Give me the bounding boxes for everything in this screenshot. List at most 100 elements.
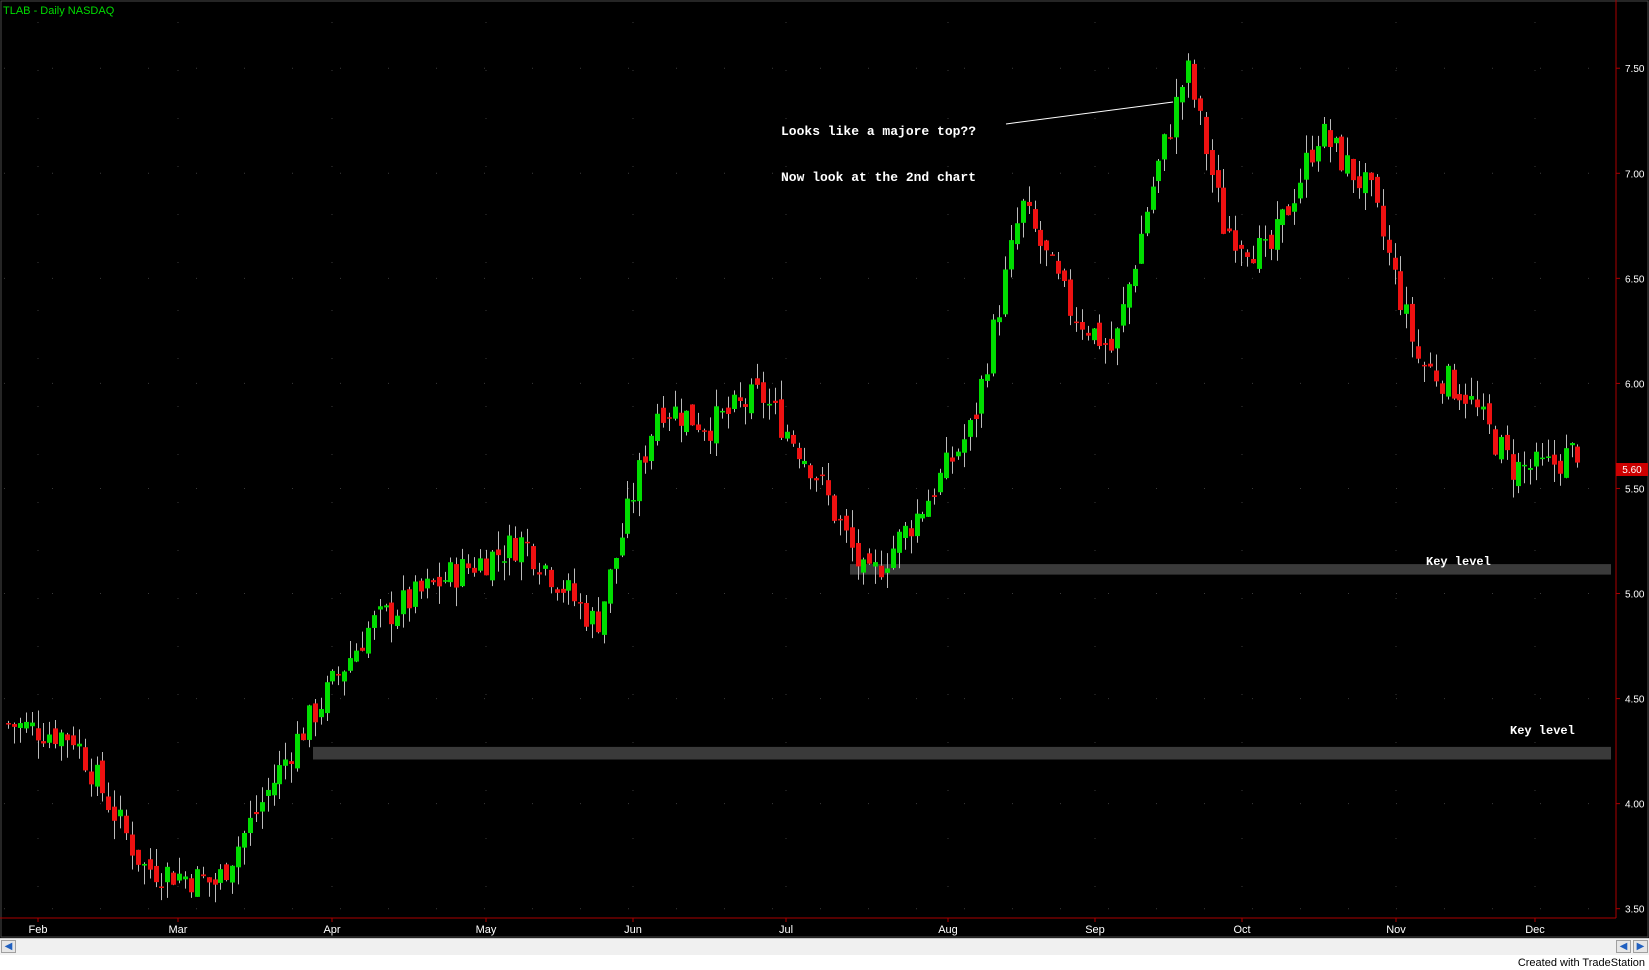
candle-up <box>1499 436 1504 460</box>
candle-down <box>743 404 748 407</box>
candle-up <box>372 615 377 628</box>
candle-down <box>1286 206 1291 216</box>
candle-up <box>142 863 147 866</box>
candle-down <box>1245 252 1250 257</box>
candle-down <box>224 864 229 881</box>
candle-down <box>1351 158 1356 181</box>
x-tick-label: Mar <box>169 924 188 936</box>
candle-up <box>507 535 512 559</box>
candle-up <box>543 565 548 569</box>
candle-down <box>112 806 117 821</box>
candle-down <box>1027 201 1032 206</box>
candle-down <box>1044 240 1049 251</box>
candle-up <box>490 551 495 581</box>
candle-down <box>791 434 796 444</box>
candle-down <box>1328 130 1333 148</box>
candle-up <box>684 410 689 433</box>
candle-down <box>484 558 489 576</box>
candle-down <box>726 407 731 414</box>
candle-up <box>655 413 660 442</box>
candle-up <box>1516 461 1521 487</box>
candle-down <box>1452 369 1457 399</box>
candle-down <box>201 874 206 877</box>
candle-down <box>1233 230 1238 251</box>
candle-up <box>631 500 636 502</box>
candle-down <box>389 602 394 625</box>
candle-down <box>1375 176 1380 203</box>
candle-down <box>679 412 684 426</box>
candle-up <box>319 709 324 718</box>
candle-up <box>732 394 737 409</box>
candle-up <box>1304 152 1309 180</box>
candle-down <box>36 728 41 741</box>
y-tick-label: 7.00 <box>1625 169 1645 180</box>
y-tick-label: 4.50 <box>1625 695 1645 706</box>
candle-down <box>171 872 176 885</box>
candle-down <box>1251 258 1256 264</box>
candle-down <box>867 553 872 564</box>
candle-down <box>779 399 784 438</box>
candle-down <box>313 703 318 723</box>
candle-down <box>690 404 695 426</box>
candle-up <box>897 531 902 553</box>
candle-up <box>1180 86 1185 103</box>
y-tick-label: 5.00 <box>1625 590 1645 601</box>
candle-down <box>1198 98 1203 111</box>
candle-down <box>419 580 424 592</box>
x-tick-label: Oct <box>1233 924 1250 936</box>
candle-down <box>12 724 17 727</box>
candle-down <box>154 865 159 883</box>
candle-down <box>826 480 831 496</box>
candle-up <box>366 627 371 654</box>
candle-down <box>1393 257 1398 270</box>
candle-up <box>1115 328 1120 349</box>
candle-down <box>856 543 861 567</box>
candle-up <box>30 722 35 727</box>
y-tick-label: 6.00 <box>1625 379 1645 390</box>
y-tick-label: 6.50 <box>1625 274 1645 285</box>
candle-up <box>938 472 943 493</box>
chevron-right-icon[interactable]: ▶ <box>1633 940 1648 953</box>
x-tick-label: Feb <box>29 924 48 936</box>
candle-down <box>537 572 542 575</box>
candle-down <box>667 417 672 419</box>
candle-up <box>395 615 400 627</box>
candle-up <box>18 723 23 728</box>
candle-up <box>968 420 973 437</box>
candle-up <box>1263 239 1268 241</box>
candle-down <box>584 602 589 627</box>
chevron-left-icon[interactable]: ◀ <box>1 940 16 953</box>
horizontal-scrollbar[interactable]: ◀ ◀ ▶ <box>0 938 1649 955</box>
candle-up <box>1015 223 1020 245</box>
candle-down <box>407 589 412 609</box>
price-chart[interactable]: 3.50 4.00 4.50 5.00 5.50 6.00 6.50 7.00 7.50 Feb M… <box>0 0 1649 938</box>
scroll-thumb[interactable]: ◀ <box>1616 940 1631 953</box>
candle-down <box>1457 394 1462 401</box>
candle-up <box>1174 96 1179 138</box>
candle-down <box>755 378 760 385</box>
candle-up <box>1363 172 1368 194</box>
candle-down <box>1422 364 1427 367</box>
candle-up <box>183 876 188 880</box>
candle-down <box>1210 150 1215 175</box>
candle-up <box>885 568 890 573</box>
candle-down <box>130 834 135 856</box>
candle-down <box>159 886 164 888</box>
candle-down <box>136 849 141 865</box>
candle-up <box>926 500 931 517</box>
candle-down <box>289 761 294 765</box>
candle-up <box>1522 464 1527 467</box>
candle-down <box>844 515 849 531</box>
candle-down <box>83 747 88 771</box>
candle-up <box>1257 238 1262 269</box>
candle-up <box>272 782 277 796</box>
candle-up <box>873 562 878 567</box>
candle-down <box>65 734 70 741</box>
candle-down <box>336 674 341 676</box>
candle-up <box>602 601 607 635</box>
candle-up <box>1021 200 1026 223</box>
key-level-band-upper <box>850 564 1611 575</box>
candle-up <box>1121 304 1126 326</box>
candle-up <box>378 606 383 610</box>
candle-down <box>254 811 259 815</box>
